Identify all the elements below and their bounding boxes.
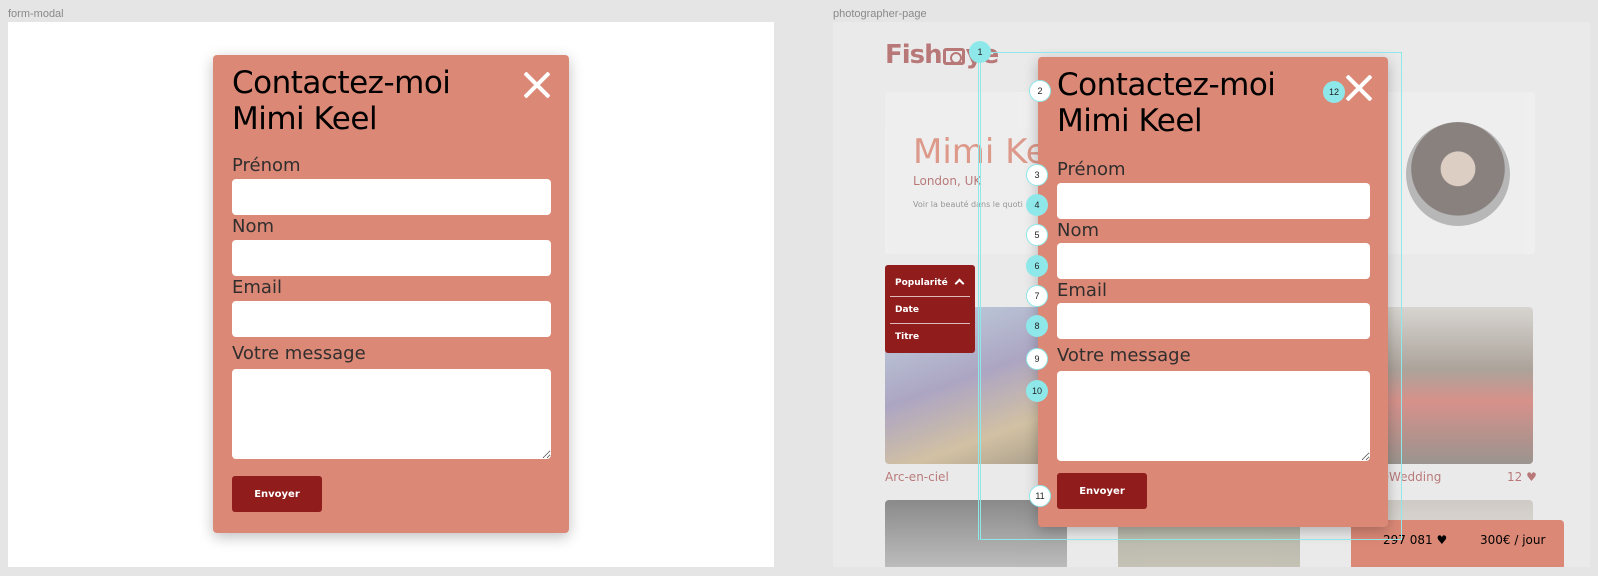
modal-title-line2: Mimi Keel <box>232 101 378 137</box>
email-label: Email <box>232 277 282 298</box>
frame-label-form-modal: form-modal <box>8 8 64 20</box>
message-textarea[interactable] <box>1057 371 1370 461</box>
lastname-input[interactable] <box>232 240 551 276</box>
form-modal-frame: Contactez-moi Mimi Keel Prénom Nom Email … <box>8 22 774 567</box>
firstname-label: Prénom <box>1057 159 1126 180</box>
avatar <box>1406 122 1510 226</box>
message-textarea[interactable] <box>232 369 551 459</box>
photographer-name: Mimi Ke <box>913 132 1047 172</box>
annotation-badge: 3 <box>1026 164 1048 186</box>
close-icon[interactable] <box>522 70 552 100</box>
sort-option-title[interactable]: Titre <box>895 332 919 342</box>
total-likes: 297 081 ♥ <box>1383 533 1448 547</box>
email-input[interactable] <box>1057 303 1370 339</box>
annotation-badge: 11 <box>1029 485 1051 507</box>
dropdown-divider <box>890 323 970 324</box>
send-button[interactable]: Envoyer <box>232 476 322 512</box>
modal-title: Contactez-moi Mimi Keel <box>1057 67 1276 139</box>
sort-dropdown[interactable]: Popularité Date Titre <box>885 265 975 353</box>
lastname-label: Nom <box>232 216 275 237</box>
email-input[interactable] <box>232 301 551 337</box>
dropdown-divider <box>890 296 970 297</box>
price-bar: 297 081 ♥ 300€ / jour <box>1351 520 1564 567</box>
message-label: Votre message <box>1057 345 1191 366</box>
firstname-input[interactable] <box>1057 183 1370 219</box>
email-label: Email <box>1057 280 1107 301</box>
modal-title: Contactez-moi Mimi Keel <box>232 65 451 137</box>
contact-modal-overlay: Contactez-moi Mimi Keel Prénom Nom Email … <box>1038 57 1388 527</box>
photographer-tagline: Voir la beauté dans le quoti <box>913 200 1023 209</box>
firstname-input[interactable] <box>232 179 551 215</box>
close-icon[interactable] <box>1344 73 1374 103</box>
photo-title: Arc-en-ciel <box>885 470 949 484</box>
daily-rate: 300€ / jour <box>1480 533 1546 547</box>
logo-text-start: Fish <box>885 40 943 70</box>
frame-label-photographer-page: photographer-page <box>833 8 927 20</box>
annotation-badge: 12 <box>1323 81 1345 103</box>
camera-icon <box>942 48 965 65</box>
firstname-label: Prénom <box>232 155 301 176</box>
focus-guide-line <box>978 52 979 540</box>
lastname-label: Nom <box>1057 220 1100 241</box>
sort-option-popularity[interactable]: Popularité <box>895 278 948 288</box>
modal-title-line2: Mimi Keel <box>1057 103 1203 139</box>
photo-like-count[interactable]: 12 ♥ <box>1507 470 1537 484</box>
sort-option-date[interactable]: Date <box>895 305 919 315</box>
message-label: Votre message <box>232 343 366 364</box>
lastname-input[interactable] <box>1057 243 1370 279</box>
annotation-badge: 5 <box>1026 224 1048 246</box>
annotation-badge: 4 <box>1026 194 1048 216</box>
photographer-page-frame: Fishye Mimi Ke London, UK Voir la beauté… <box>833 22 1590 567</box>
annotation-badge: 10 <box>1026 380 1048 402</box>
annotation-badge: 7 <box>1026 285 1048 307</box>
send-button[interactable]: Envoyer <box>1057 473 1147 509</box>
photographer-location: London, UK <box>913 174 982 188</box>
modal-title-line1: Contactez-moi <box>1057 67 1276 103</box>
modal-title-line1: Contactez-moi <box>232 65 451 101</box>
annotation-badge: 1 <box>969 41 991 63</box>
contact-modal: Contactez-moi Mimi Keel Prénom Nom Email … <box>213 55 569 533</box>
annotation-badge: 8 <box>1026 315 1048 337</box>
annotation-badge: 2 <box>1029 80 1051 102</box>
annotation-badge: 6 <box>1026 255 1048 277</box>
annotation-badge: 9 <box>1026 348 1048 370</box>
chevron-up-icon[interactable] <box>954 278 965 289</box>
